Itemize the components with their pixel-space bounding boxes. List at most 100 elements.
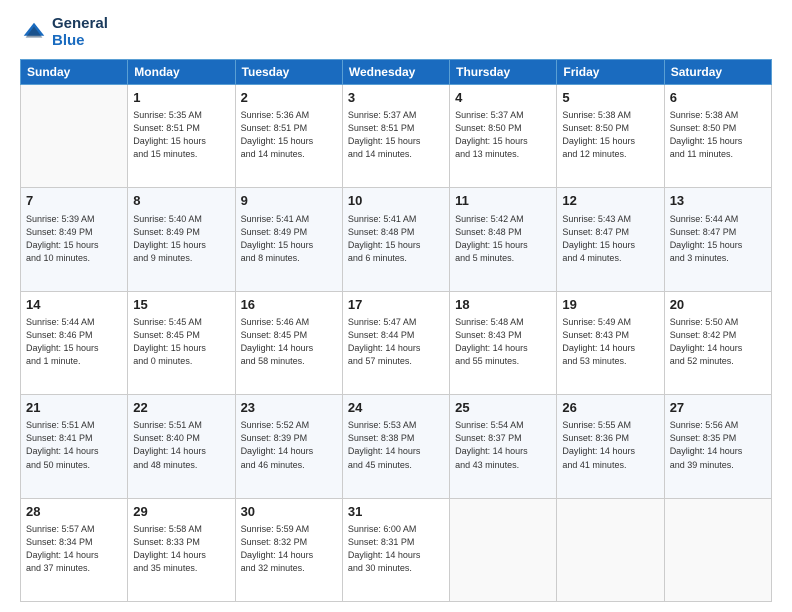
day-number: 31	[348, 503, 444, 521]
weekday-header: Friday	[557, 60, 664, 85]
logo-icon	[20, 19, 48, 47]
day-number: 28	[26, 503, 122, 521]
cell-info: Sunrise: 5:41 AM Sunset: 8:49 PM Dayligh…	[241, 213, 337, 265]
calendar-cell: 15 Sunrise: 5:45 AM Sunset: 8:45 PM Dayli…	[128, 291, 235, 394]
day-number: 7	[26, 192, 122, 210]
calendar-cell: 11Sunrise: 5:42 AM Sunset: 8:48 PM Dayli…	[450, 188, 557, 291]
cell-info: Sunrise: 5:41 AM Sunset: 8:48 PM Dayligh…	[348, 213, 444, 265]
day-number: 29	[133, 503, 229, 521]
calendar-week-row: 21 Sunrise: 5:51 AM Sunset: 8:41 PM Dayli…	[21, 395, 772, 498]
day-number: 30	[241, 503, 337, 521]
day-number: 19	[562, 296, 658, 314]
calendar-cell: 5Sunrise: 5:38 AM Sunset: 8:50 PM Daylig…	[557, 85, 664, 188]
cell-info: Sunrise: 5:59 AM Sunset: 8:32 PM Dayligh…	[241, 523, 337, 575]
calendar-cell: 29 Sunrise: 5:58 AM Sunset: 8:33 PM Dayli…	[128, 498, 235, 601]
calendar-cell: 4 Sunrise: 5:37 AM Sunset: 8:50 PM Daylig…	[450, 85, 557, 188]
calendar-cell: 30 Sunrise: 5:59 AM Sunset: 8:32 PM Dayli…	[235, 498, 342, 601]
cell-info: Sunrise: 5:51 AM Sunset: 8:40 PM Dayligh…	[133, 419, 229, 471]
calendar-cell: 26 Sunrise: 5:55 AM Sunset: 8:36 PM Dayli…	[557, 395, 664, 498]
cell-info: Sunrise: 5:39 AM Sunset: 8:49 PM Dayligh…	[26, 213, 122, 265]
weekday-header: Thursday	[450, 60, 557, 85]
day-number: 8	[133, 192, 229, 210]
day-number: 18	[455, 296, 551, 314]
weekday-header: Tuesday	[235, 60, 342, 85]
cell-info: Sunrise: 5:52 AM Sunset: 8:39 PM Dayligh…	[241, 419, 337, 471]
day-number: 4	[455, 89, 551, 107]
cell-info: Sunrise: 5:42 AM Sunset: 8:48 PM Dayligh…	[455, 213, 551, 265]
cell-info: Sunrise: 5:57 AM Sunset: 8:34 PM Dayligh…	[26, 523, 122, 575]
calendar-cell: 24 Sunrise: 5:53 AM Sunset: 8:38 PM Dayli…	[342, 395, 449, 498]
day-number: 24	[348, 399, 444, 417]
calendar-cell: 12Sunrise: 5:43 AM Sunset: 8:47 PM Dayli…	[557, 188, 664, 291]
cell-info: Sunrise: 5:35 AM Sunset: 8:51 PM Dayligh…	[133, 109, 229, 161]
logo: General Blue	[20, 16, 108, 49]
calendar-cell: 8Sunrise: 5:40 AM Sunset: 8:49 PM Daylig…	[128, 188, 235, 291]
calendar-week-row: 14 Sunrise: 5:44 AM Sunset: 8:46 PM Dayli…	[21, 291, 772, 394]
calendar-cell: 20Sunrise: 5:50 AM Sunset: 8:42 PM Dayli…	[664, 291, 771, 394]
cell-info: Sunrise: 5:38 AM Sunset: 8:50 PM Dayligh…	[562, 109, 658, 161]
page: General Blue SundayMondayTuesdayWednesda…	[0, 0, 792, 612]
cell-info: Sunrise: 5:51 AM Sunset: 8:41 PM Dayligh…	[26, 419, 122, 471]
cell-info: Sunrise: 5:55 AM Sunset: 8:36 PM Dayligh…	[562, 419, 658, 471]
cell-info: Sunrise: 5:44 AM Sunset: 8:47 PM Dayligh…	[670, 213, 766, 265]
calendar-header-row: SundayMondayTuesdayWednesdayThursdayFrid…	[21, 60, 772, 85]
cell-info: Sunrise: 6:00 AM Sunset: 8:31 PM Dayligh…	[348, 523, 444, 575]
day-number: 26	[562, 399, 658, 417]
day-number: 6	[670, 89, 766, 107]
day-number: 16	[241, 296, 337, 314]
day-number: 21	[26, 399, 122, 417]
cell-info: Sunrise: 5:53 AM Sunset: 8:38 PM Dayligh…	[348, 419, 444, 471]
cell-info: Sunrise: 5:58 AM Sunset: 8:33 PM Dayligh…	[133, 523, 229, 575]
calendar-cell	[450, 498, 557, 601]
day-number: 10	[348, 192, 444, 210]
weekday-header: Monday	[128, 60, 235, 85]
calendar-week-row: 1 Sunrise: 5:35 AM Sunset: 8:51 PM Daylig…	[21, 85, 772, 188]
cell-info: Sunrise: 5:44 AM Sunset: 8:46 PM Dayligh…	[26, 316, 122, 368]
day-number: 9	[241, 192, 337, 210]
calendar-cell: 6Sunrise: 5:38 AM Sunset: 8:50 PM Daylig…	[664, 85, 771, 188]
cell-info: Sunrise: 5:36 AM Sunset: 8:51 PM Dayligh…	[241, 109, 337, 161]
calendar-cell	[664, 498, 771, 601]
calendar-cell: 31 Sunrise: 6:00 AM Sunset: 8:31 PM Dayli…	[342, 498, 449, 601]
calendar-cell: 22Sunrise: 5:51 AM Sunset: 8:40 PM Dayli…	[128, 395, 235, 498]
calendar-cell: 27Sunrise: 5:56 AM Sunset: 8:35 PM Dayli…	[664, 395, 771, 498]
calendar-cell: 21 Sunrise: 5:51 AM Sunset: 8:41 PM Dayli…	[21, 395, 128, 498]
cell-info: Sunrise: 5:49 AM Sunset: 8:43 PM Dayligh…	[562, 316, 658, 368]
calendar-cell: 23 Sunrise: 5:52 AM Sunset: 8:39 PM Dayli…	[235, 395, 342, 498]
calendar-cell: 14 Sunrise: 5:44 AM Sunset: 8:46 PM Dayli…	[21, 291, 128, 394]
day-number: 3	[348, 89, 444, 107]
cell-info: Sunrise: 5:45 AM Sunset: 8:45 PM Dayligh…	[133, 316, 229, 368]
calendar-table: SundayMondayTuesdayWednesdayThursdayFrid…	[20, 59, 772, 602]
cell-info: Sunrise: 5:46 AM Sunset: 8:45 PM Dayligh…	[241, 316, 337, 368]
day-number: 17	[348, 296, 444, 314]
calendar-cell: 1 Sunrise: 5:35 AM Sunset: 8:51 PM Daylig…	[128, 85, 235, 188]
cell-info: Sunrise: 5:37 AM Sunset: 8:51 PM Dayligh…	[348, 109, 444, 161]
weekday-header: Wednesday	[342, 60, 449, 85]
logo-text: General Blue	[52, 16, 108, 49]
calendar-cell: 16 Sunrise: 5:46 AM Sunset: 8:45 PM Dayli…	[235, 291, 342, 394]
day-number: 14	[26, 296, 122, 314]
calendar-cell: 18 Sunrise: 5:48 AM Sunset: 8:43 PM Dayli…	[450, 291, 557, 394]
day-number: 20	[670, 296, 766, 314]
day-number: 1	[133, 89, 229, 107]
calendar-week-row: 7 Sunrise: 5:39 AM Sunset: 8:49 PM Daylig…	[21, 188, 772, 291]
calendar-cell	[21, 85, 128, 188]
calendar-cell: 2Sunrise: 5:36 AM Sunset: 8:51 PM Daylig…	[235, 85, 342, 188]
day-number: 27	[670, 399, 766, 417]
day-number: 15	[133, 296, 229, 314]
calendar-cell: 25Sunrise: 5:54 AM Sunset: 8:37 PM Dayli…	[450, 395, 557, 498]
calendar-cell: 3 Sunrise: 5:37 AM Sunset: 8:51 PM Daylig…	[342, 85, 449, 188]
cell-info: Sunrise: 5:48 AM Sunset: 8:43 PM Dayligh…	[455, 316, 551, 368]
calendar-cell: 17Sunrise: 5:47 AM Sunset: 8:44 PM Dayli…	[342, 291, 449, 394]
calendar-cell: 28 Sunrise: 5:57 AM Sunset: 8:34 PM Dayli…	[21, 498, 128, 601]
cell-info: Sunrise: 5:54 AM Sunset: 8:37 PM Dayligh…	[455, 419, 551, 471]
weekday-header: Sunday	[21, 60, 128, 85]
calendar-week-row: 28 Sunrise: 5:57 AM Sunset: 8:34 PM Dayli…	[21, 498, 772, 601]
calendar-cell: 7 Sunrise: 5:39 AM Sunset: 8:49 PM Daylig…	[21, 188, 128, 291]
calendar-cell: 10 Sunrise: 5:41 AM Sunset: 8:48 PM Dayli…	[342, 188, 449, 291]
cell-info: Sunrise: 5:37 AM Sunset: 8:50 PM Dayligh…	[455, 109, 551, 161]
day-number: 13	[670, 192, 766, 210]
day-number: 23	[241, 399, 337, 417]
day-number: 12	[562, 192, 658, 210]
calendar-cell	[557, 498, 664, 601]
